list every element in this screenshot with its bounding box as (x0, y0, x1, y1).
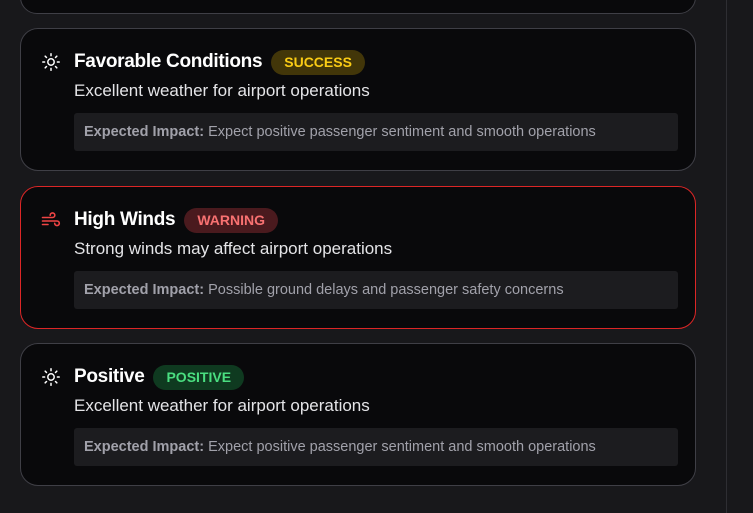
alert-card-high-winds: High Winds WARNING Strong winds may affe… (20, 186, 696, 329)
expected-impact-box: Expected Impact: Expect positive passeng… (74, 428, 678, 466)
sun-icon (41, 52, 61, 72)
wind-icon (41, 210, 61, 230)
sun-icon (41, 367, 61, 387)
alert-title: High Winds (74, 209, 176, 230)
alert-card-previous (20, 0, 696, 14)
status-badge: WARNING (184, 207, 278, 233)
alert-header: Favorable Conditions SUCCESS (74, 49, 365, 75)
expected-impact-box: Expected Impact: Expect positive passeng… (74, 113, 678, 151)
impact-text: Expect positive passenger sentiment and … (208, 124, 596, 140)
impact-text: Possible ground delays and passenger saf… (208, 282, 564, 298)
alert-card-positive: Positive POSITIVE Excellent weather for … (20, 343, 696, 486)
alert-title: Favorable Conditions (74, 51, 263, 72)
alert-title: Positive (74, 366, 145, 387)
scrollbar-track[interactable] (726, 0, 727, 513)
impact-label: Expected Impact: (84, 282, 205, 298)
alert-description: Strong winds may affect airport operatio… (74, 239, 393, 258)
alert-description: Excellent weather for airport operations (74, 396, 370, 415)
status-badge: SUCCESS (271, 49, 365, 75)
alert-card-favorable-conditions: Favorable Conditions SUCCESS Excellent w… (20, 28, 696, 171)
impact-label: Expected Impact: (84, 439, 205, 455)
status-badge: POSITIVE (153, 364, 245, 390)
alert-header: Positive POSITIVE (74, 364, 245, 390)
alerts-panel: Favorable Conditions SUCCESS Excellent w… (0, 0, 753, 513)
expected-impact-box: Expected Impact: Possible ground delays … (74, 271, 678, 309)
impact-text: Expect positive passenger sentiment and … (208, 439, 596, 455)
alert-header: High Winds WARNING (74, 207, 278, 233)
impact-label: Expected Impact: (84, 124, 205, 140)
alert-description: Excellent weather for airport operations (74, 81, 370, 100)
